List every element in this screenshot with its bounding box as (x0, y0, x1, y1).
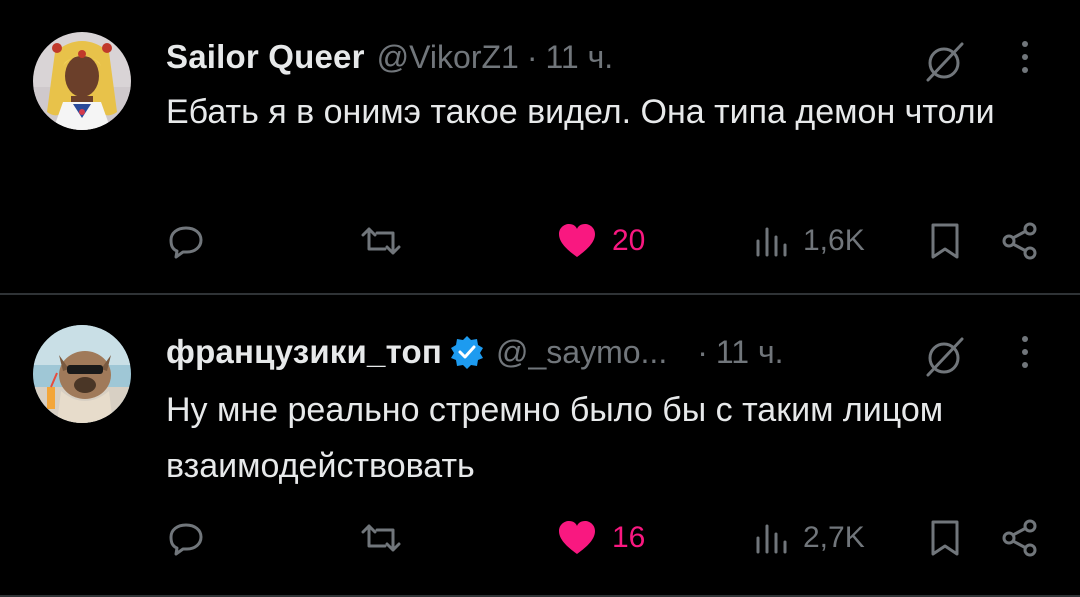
like-count: 16 (612, 521, 646, 554)
views-icon (756, 524, 787, 554)
user-handle[interactable]: @VikorZ1 (377, 39, 519, 76)
views-icon (756, 227, 787, 257)
avatar[interactable] (33, 32, 131, 130)
verified-badge-icon[interactable] (450, 335, 484, 369)
reply-icon (169, 226, 203, 259)
share-icon (1002, 222, 1037, 260)
separator-dot: · (526, 38, 538, 75)
avatar-image (33, 325, 131, 423)
tweet[interactable]: французики_топ @_saymo... · 11 ч. Ну мне… (0, 295, 1080, 597)
views-count: 2,7K (803, 521, 865, 554)
tweet-actions: 16 2,7K (0, 513, 1080, 563)
views-count: 1,6K (803, 224, 865, 257)
like-button[interactable]: 16 (556, 513, 645, 563)
avatar[interactable] (33, 325, 131, 423)
user-handle[interactable]: @_saymo... (496, 334, 667, 371)
grok-icon[interactable] (922, 335, 966, 379)
grok-icon[interactable] (922, 40, 966, 84)
retweet-button[interactable] (359, 513, 403, 563)
reply-button[interactable] (166, 513, 206, 563)
tweet[interactable]: Sailor Queer @VikorZ1 · 11 ч. Ебать я в … (0, 0, 1080, 294)
timestamp[interactable]: 11 ч. (545, 39, 613, 76)
tweet-text: Ебать я в онимэ такое видел. Она типа де… (166, 93, 995, 131)
tweet-text: Ну мне реально стремно было бы с таким л… (166, 391, 944, 485)
retweet-icon (361, 524, 401, 552)
share-button[interactable] (1000, 513, 1040, 563)
more-icon[interactable] (1010, 331, 1040, 375)
views-button[interactable]: 1,6K (753, 216, 865, 266)
heart-icon (559, 224, 595, 257)
heart-icon (559, 521, 595, 554)
retweet-icon (361, 227, 401, 255)
share-button[interactable] (1000, 216, 1040, 266)
separator-dot: · (697, 333, 708, 370)
reply-icon (169, 523, 203, 556)
bookmark-icon (931, 520, 959, 556)
like-button[interactable]: 20 (556, 216, 645, 266)
retweet-button[interactable] (359, 216, 403, 266)
bookmark-icon (931, 223, 959, 259)
tweet-header: Sailor Queer @VikorZ1 · 11 ч. (166, 36, 613, 78)
tweet-actions: 20 1,6K (0, 216, 1080, 266)
timestamp[interactable]: 11 ч. (716, 334, 784, 371)
views-button[interactable]: 2,7K (753, 513, 865, 563)
bookmark-button[interactable] (928, 513, 962, 563)
display-name[interactable]: Sailor Queer (166, 38, 365, 76)
like-count: 20 (612, 224, 646, 257)
bookmark-button[interactable] (928, 216, 962, 266)
avatar-image (33, 32, 131, 130)
reply-button[interactable] (166, 216, 206, 266)
display-name[interactable]: французики_топ (166, 333, 442, 371)
more-icon[interactable] (1010, 36, 1040, 80)
share-icon (1002, 519, 1037, 557)
tweet-header: французики_топ @_saymo... · 11 ч. (166, 331, 784, 373)
